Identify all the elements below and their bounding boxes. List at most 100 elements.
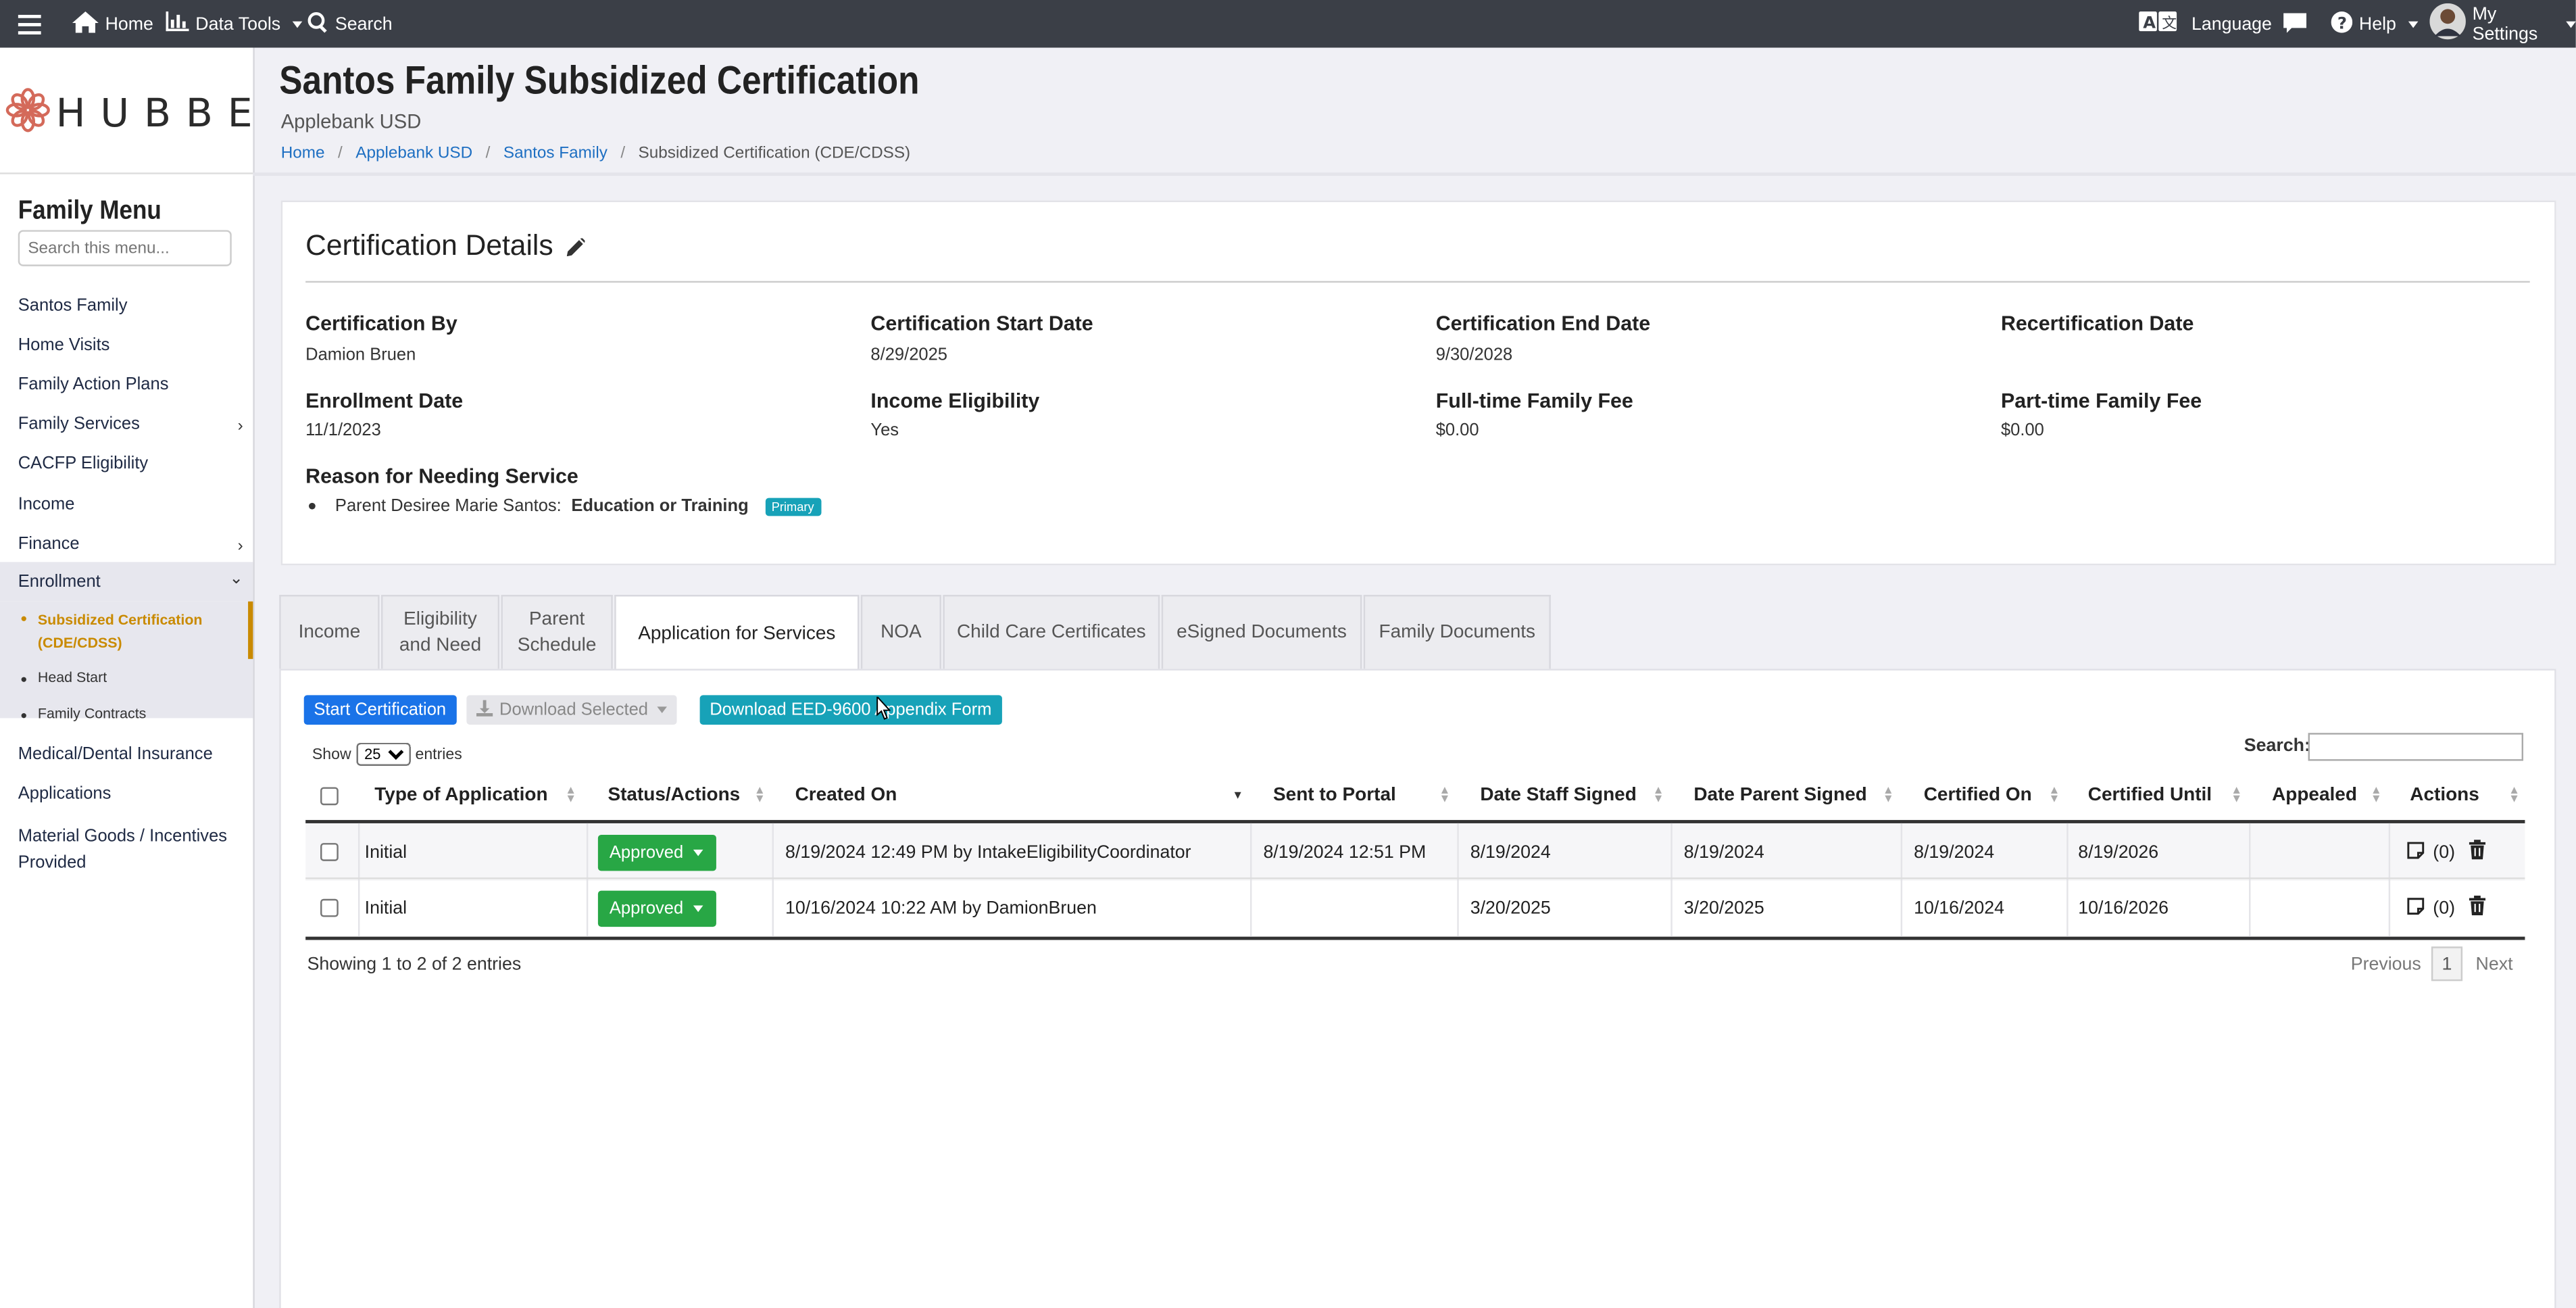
column-header-type[interactable]: Type of Application [374,773,547,819]
cell-actions: (0) [2406,823,2487,881]
sidebar-item-material-goods[interactable]: Material Goods / Incentives Provided [0,823,253,876]
nav-language[interactable]: A文 Language [2139,0,2272,47]
sort-icon: ▲ ▼ [2370,785,2382,806]
select-all-checkbox[interactable] [320,773,339,819]
column-header-appealed[interactable]: Appealed [2272,773,2357,819]
column-header-created-on[interactable]: Created On [795,773,897,819]
sidebar-item-enrollment[interactable]: Enrollment ⌄ [0,562,253,602]
tab-family-documents[interactable]: Family Documents [1363,595,1551,669]
tab-income[interactable]: Income [279,595,380,669]
column-header-certified-on[interactable]: Certified On [1924,773,2032,819]
column-separator [2388,823,2391,881]
field-label-full-time-fee: Full-time Family Fee [1435,389,1633,413]
column-header-parent-signed[interactable]: Date Parent Signed [1693,773,1866,819]
table-row: Initial Approved 8/19/2024 12:49 PM by I… [305,820,2525,881]
table-search-label: Search: [2244,736,2310,756]
sidebar-item-santos-family[interactable]: Santos Family [0,296,253,316]
nav-search[interactable]: Search [307,0,393,47]
download-selected-button[interactable]: Download Selected [466,695,678,725]
menu-search-input[interactable] [18,230,232,266]
tab-eligibility-and-need[interactable]: Eligibility and Need [380,595,500,669]
sidebar-item-income[interactable]: Income [0,495,253,514]
sort-icon: ▲ ▼ [2231,785,2243,806]
sort-icon: ▲ ▼ [753,785,766,806]
breadcrumb-santos-family[interactable]: Santos Family [503,145,608,163]
sidebar-item-home-visits[interactable]: Home Visits [0,335,253,355]
chevron-down-icon [2407,20,2418,28]
field-label-certification-by: Certification By [305,312,457,335]
start-certification-button[interactable]: Start Certification [303,695,456,725]
breadcrumb-applebank[interactable]: Applebank USD [355,145,472,163]
bar-chart-icon [166,11,189,36]
tab-esigned-documents[interactable]: eSigned Documents [1161,595,1362,669]
nav-my-settings[interactable]: My Settings [2429,0,2576,47]
pencil-edit-icon[interactable] [566,235,586,265]
messages-icon[interactable] [2283,0,2307,47]
reason-parent: Parent Desiree Marie Santos: [335,496,562,516]
nav-data-tools-label: Data Tools [195,14,281,34]
field-value-income-eligibility: Yes [870,420,899,441]
cell-certified-on: 10/16/2024 [1914,898,2004,918]
approved-status-button[interactable]: Approved [597,833,716,871]
column-header-sent-to-portal[interactable]: Sent to Portal [1273,773,1396,819]
checkbox[interactable] [320,898,339,917]
sidebar-subitem-head-start[interactable]: Head Start [18,669,107,685]
nav-help[interactable]: ? Help [2331,0,2418,47]
logo-text: HUBBE [55,90,268,137]
tab-noa[interactable]: NOA [860,595,941,669]
column-header-certified-until[interactable]: Certified Until [2088,773,2212,819]
card-divider [305,281,2530,283]
status-label: Approved [609,898,684,918]
nav-data-tools[interactable]: Data Tools [166,0,302,47]
sidebar-item-finance[interactable]: Finance › [0,534,253,556]
sidebar-item-medical-dental[interactable]: Medical/Dental Insurance [0,744,253,764]
sort-icon: ▲ ▼ [2048,785,2060,806]
column-header-label: Appealed [2272,785,2357,806]
nav-home[interactable]: Home [72,0,153,47]
pagination-page-1[interactable]: 1 [2431,946,2463,982]
page-size-select[interactable]: 25 [355,742,411,766]
column-separator [1457,879,1459,937]
note-icon[interactable] [2406,896,2425,919]
sidebar-subitem-family-contracts[interactable]: Family Contracts [18,705,146,721]
pagination-next[interactable]: Next [2476,946,2513,981]
download-eed-9600-button[interactable]: Download EED-9600 Appendix Form [699,695,1001,725]
column-separator [1249,879,1252,937]
column-header-label: Date Parent Signed [1693,785,1867,806]
column-separator [1670,823,1673,881]
row-checkbox[interactable] [320,879,339,937]
sidebar-item-cacfp-eligibility[interactable]: CACFP Eligibility [0,454,253,473]
trash-icon[interactable] [2469,895,2487,920]
tab-application-for-services[interactable]: Application for Services [614,595,860,673]
svg-text:?: ? [2337,12,2347,32]
trash-icon[interactable] [2469,840,2487,864]
tab-label-line: and Need [399,635,482,656]
column-header-staff-signed[interactable]: Date Staff Signed [1480,773,1636,819]
column-header-status[interactable]: Status/Actions [608,773,740,819]
row-checkbox[interactable] [320,823,339,881]
checkbox[interactable] [320,786,339,804]
column-header-actions[interactable]: Actions [2410,773,2479,819]
sidebar-subitem-subsidized-certification[interactable]: Subsidized Certification (CDE/CDSS) [18,608,203,654]
tab-child-care-certificates[interactable]: Child Care Certificates [943,595,1160,669]
hamburger-menu-icon[interactable] [18,0,41,47]
breadcrumb-home[interactable]: Home [281,145,325,163]
column-separator [357,823,360,881]
checkbox[interactable] [320,843,339,861]
sidebar-item-label: Income [18,494,75,514]
sidebar-item-label: Provided [18,852,86,873]
primary-badge: Primary [765,497,821,516]
sidebar-item-family-action-plans[interactable]: Family Action Plans [0,374,253,394]
sidebar-item-family-services[interactable]: Family Services › [0,414,253,436]
pagination-previous[interactable]: Previous [2351,946,2421,981]
sidebar-item-applications[interactable]: Applications [0,784,253,804]
note-icon[interactable] [2406,840,2425,863]
nav-help-label: Help [2358,14,2396,34]
table-search-input[interactable] [2308,733,2524,761]
table-row: Initial Approved 10/16/2024 10:22 AM by … [305,877,2525,940]
tab-parent-schedule[interactable]: Parent Schedule [501,595,613,669]
hubbe-logo[interactable]: HUBBE [0,47,253,174]
sidebar-subitem-label: Subsidized Certification [37,611,203,628]
approved-status-button[interactable]: Approved [597,890,716,926]
cell-created-on: 8/19/2024 12:49 PM by IntakeEligibilityC… [785,842,1191,863]
